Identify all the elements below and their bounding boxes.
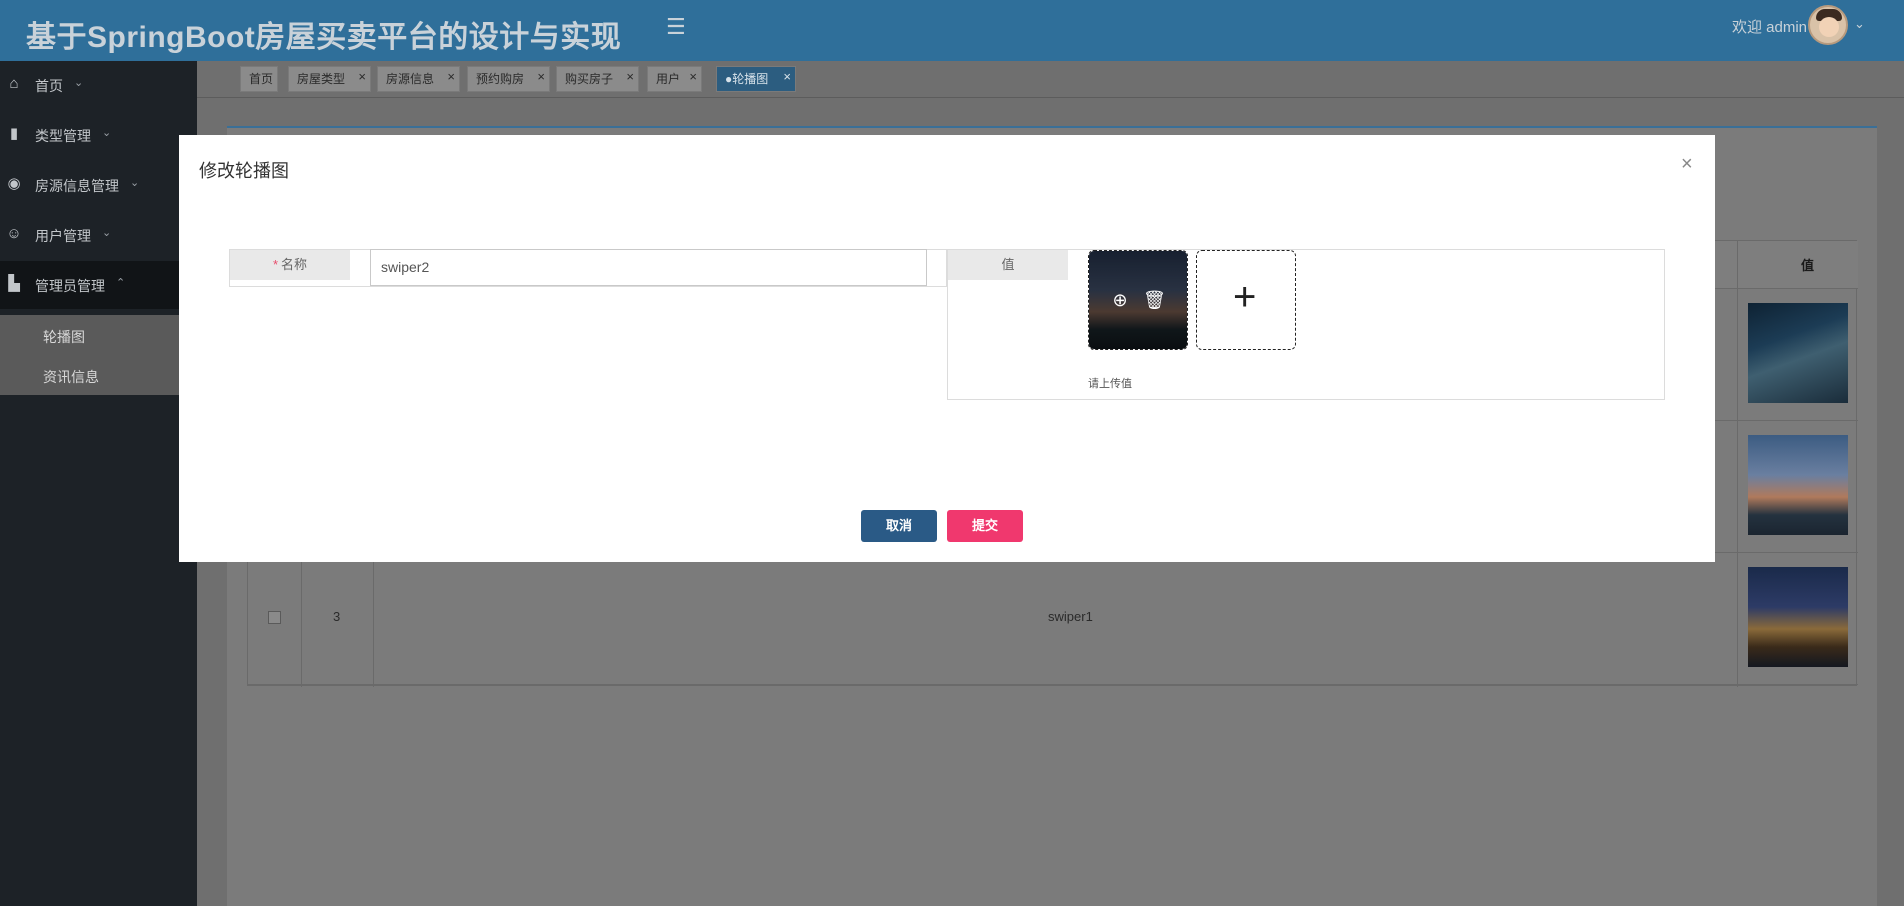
tab-label: 购买房子 bbox=[565, 72, 614, 86]
sidebar-item-user-management[interactable]: ☺ 用户管理 ⌄ bbox=[0, 211, 197, 259]
row-name: swiper1 bbox=[1048, 609, 1093, 624]
row-checkbox[interactable] bbox=[268, 611, 281, 624]
book-icon: ▮ bbox=[9, 125, 19, 142]
name-input[interactable]: swiper2 bbox=[370, 249, 927, 286]
sidebar-subitem-carousel[interactable]: 轮播图 bbox=[0, 315, 197, 355]
upload-add-button[interactable]: + bbox=[1196, 250, 1296, 350]
cancel-button[interactable]: 取消 bbox=[861, 510, 937, 542]
name-field-row: * 名称 swiper2 bbox=[229, 249, 947, 287]
close-icon[interactable]: × bbox=[689, 65, 697, 89]
chevron-down-icon: ⌄ bbox=[102, 127, 112, 139]
column-header-value: 值 bbox=[1801, 258, 1815, 273]
close-icon[interactable]: × bbox=[447, 65, 455, 89]
tab-label: 预约购房 bbox=[476, 72, 525, 86]
sidebar-item-type-management[interactable]: ▮ 类型管理 ⌄ bbox=[0, 111, 197, 159]
close-icon[interactable]: × bbox=[358, 65, 366, 89]
chevron-down-icon[interactable]: ⌄ bbox=[1854, 16, 1865, 32]
sidebar-subitem-label: 资讯信息 bbox=[43, 369, 99, 385]
upload-hint: 请上传值 bbox=[1088, 378, 1132, 390]
name-label-text: 名称 bbox=[281, 257, 308, 272]
chevron-down-icon: ⌄ bbox=[102, 227, 112, 239]
close-icon[interactable]: × bbox=[626, 65, 634, 89]
chevron-up-icon: ⌃ bbox=[116, 277, 126, 289]
close-icon[interactable]: × bbox=[1681, 153, 1693, 176]
submit-button[interactable]: 提交 bbox=[947, 510, 1023, 542]
name-label: * 名称 bbox=[230, 250, 350, 280]
tab-carousel[interactable]: ●轮播图 × bbox=[716, 66, 796, 92]
tab-home[interactable]: 首页 bbox=[240, 66, 278, 92]
zoom-in-icon[interactable]: ⊕ bbox=[1109, 289, 1131, 311]
close-icon[interactable]: × bbox=[783, 65, 791, 89]
tab-label: 用户 bbox=[656, 72, 681, 86]
tab-appointment[interactable]: 预约购房 × bbox=[467, 66, 550, 92]
sidebar-item-admin-management[interactable]: ▙ 管理员管理 ⌃ bbox=[0, 261, 197, 309]
admin-icon: ▙ bbox=[8, 275, 20, 292]
edit-carousel-dialog: 修改轮播图 × * 名称 swiper2 值 ⊕ 🗑 + 请上传值 取消 提交 bbox=[179, 135, 1715, 562]
avatar[interactable] bbox=[1808, 5, 1848, 45]
trash-icon[interactable]: 🗑 bbox=[1143, 289, 1166, 311]
sidebar-item-listing-management[interactable]: ◉ 房源信息管理 ⌄ bbox=[0, 161, 197, 209]
sidebar-subitem-label: 轮播图 bbox=[43, 329, 85, 345]
app-title: 基于SpringBoot房屋买卖平台的设计与实现 bbox=[26, 21, 622, 54]
table-row: 3 swiper1 bbox=[248, 553, 1858, 685]
tab-label: ●轮播图 bbox=[725, 72, 769, 86]
sidebar-item-label: 类型管理 bbox=[35, 128, 91, 144]
chevron-down-icon: ⌄ bbox=[74, 77, 84, 89]
hamburger-icon[interactable]: ☰ bbox=[666, 16, 688, 38]
sidebar-item-label: 管理员管理 bbox=[35, 278, 105, 294]
sidebar-item-label: 用户管理 bbox=[35, 228, 91, 244]
required-mark: * bbox=[272, 257, 279, 272]
sidebar-item-label: 房源信息管理 bbox=[35, 178, 119, 194]
sidebar-subitem-news[interactable]: 资讯信息 bbox=[0, 355, 197, 395]
dialog-title: 修改轮播图 bbox=[199, 161, 289, 181]
compass-icon: ◉ bbox=[7, 175, 21, 192]
plus-icon: + bbox=[1233, 275, 1257, 319]
row-image bbox=[1748, 435, 1848, 535]
chevron-down-icon: ⌄ bbox=[130, 177, 140, 189]
tab-label: 首页 bbox=[249, 72, 274, 86]
uploaded-image[interactable]: ⊕ 🗑 bbox=[1088, 250, 1188, 350]
tab-label: 房屋类型 bbox=[297, 72, 346, 86]
home-icon: ⌂ bbox=[9, 75, 19, 92]
avatar-face bbox=[1819, 17, 1839, 37]
tab-house-type[interactable]: 房屋类型 × bbox=[288, 66, 371, 92]
row-image bbox=[1748, 567, 1848, 667]
welcome-text: 欢迎 admin bbox=[1732, 19, 1808, 36]
tab-listing-info[interactable]: 房源信息 × bbox=[377, 66, 460, 92]
row-index: 3 bbox=[333, 609, 341, 624]
user-icon: ☺ bbox=[6, 225, 22, 242]
tab-label: 房源信息 bbox=[386, 72, 435, 86]
close-icon[interactable]: × bbox=[537, 65, 545, 89]
row-image bbox=[1748, 303, 1848, 403]
sidebar-item-label: 首页 bbox=[35, 78, 63, 94]
value-field-row: 值 ⊕ 🗑 + 请上传值 bbox=[947, 249, 1665, 400]
tab-purchase[interactable]: 购买房子 × bbox=[556, 66, 639, 92]
sidebar-item-home[interactable]: ⌂ 首页 ⌄ bbox=[0, 61, 197, 109]
value-label: 值 bbox=[948, 250, 1068, 280]
top-header: 基于SpringBoot房屋买卖平台的设计与实现 ☰ 欢迎 admin ⌄ bbox=[0, 0, 1904, 61]
image-hover-overlay bbox=[1089, 251, 1187, 349]
tab-bar: 首页 房屋类型 × 房源信息 × 预约购房 × 购买房子 × 用户 × ●轮播图… bbox=[197, 61, 1904, 98]
content-accent-line bbox=[227, 126, 1877, 128]
tab-user[interactable]: 用户 × bbox=[647, 66, 702, 92]
sidebar: ⌂ 首页 ⌄ ▮ 类型管理 ⌄ ◉ 房源信息管理 ⌄ ☺ 用户管理 ⌄ ▙ 管理… bbox=[0, 61, 197, 906]
